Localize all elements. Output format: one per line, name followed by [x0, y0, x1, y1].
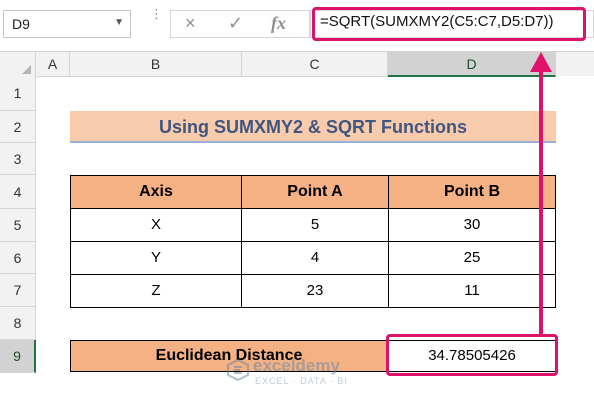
- formula-bar: D9 ▼ ⋮ × ✓ fx =SQRT(SUMXMY2(C5:C7,D5:D7)…: [0, 0, 594, 50]
- table-header-point-a[interactable]: Point A: [241, 175, 389, 209]
- formula-highlight-box: [312, 7, 586, 41]
- watermark: exceldemy EXCEL · DATA · BI: [225, 356, 385, 396]
- table-cell-point-a[interactable]: 5: [241, 208, 389, 242]
- table-header-point-b[interactable]: Point B: [388, 175, 556, 209]
- table-cell-axis[interactable]: X: [70, 208, 242, 242]
- insert-function-icon[interactable]: fx: [271, 13, 286, 34]
- row-header-6[interactable]: 6: [0, 242, 36, 274]
- watermark-tagline: EXCEL · DATA · BI: [255, 376, 348, 386]
- row-header-4[interactable]: 4: [0, 175, 36, 209]
- column-headers: A B C D: [0, 51, 594, 77]
- name-box[interactable]: D9 ▼: [3, 10, 131, 38]
- column-header-a[interactable]: A: [36, 52, 70, 77]
- table-cell-point-b[interactable]: 30: [388, 208, 556, 242]
- exceldemy-logo-icon: [227, 359, 249, 381]
- drag-handle-icon[interactable]: ⋮: [150, 7, 163, 38]
- table-cell-axis[interactable]: Y: [70, 241, 242, 275]
- row-header-1[interactable]: 1: [0, 76, 36, 111]
- annotation-arrow-shaft: [539, 68, 543, 336]
- row-header-5[interactable]: 5: [0, 209, 36, 242]
- table-cell-point-b[interactable]: 11: [388, 274, 556, 308]
- watermark-brand: exceldemy: [253, 356, 340, 375]
- row-header-7[interactable]: 7: [0, 274, 36, 307]
- annotation-arrow-head-icon: [530, 52, 552, 72]
- result-highlight-box: [386, 334, 558, 376]
- row-header-2[interactable]: 2: [0, 111, 36, 143]
- table-cell-point-b[interactable]: 25: [388, 241, 556, 275]
- table-header-axis[interactable]: Axis: [70, 175, 242, 209]
- table-cell-point-a[interactable]: 4: [241, 241, 389, 275]
- table-cell-axis[interactable]: Z: [70, 274, 242, 308]
- enter-icon[interactable]: ✓: [228, 13, 243, 34]
- select-all-icon: [22, 65, 31, 74]
- column-header-b[interactable]: B: [70, 52, 242, 77]
- name-box-dropdown-icon[interactable]: ▼: [114, 17, 124, 28]
- cancel-icon[interactable]: ×: [185, 13, 196, 34]
- formula-controls: × ✓ fx: [170, 10, 310, 38]
- row-header-9[interactable]: 9: [0, 340, 36, 373]
- row-header-8[interactable]: 8: [0, 307, 36, 340]
- column-header-c[interactable]: C: [242, 52, 388, 77]
- select-all-corner[interactable]: [0, 52, 36, 77]
- sheet-title[interactable]: Using SUMXMY2 & SQRT Functions: [70, 111, 556, 143]
- name-box-value: D9: [12, 16, 30, 32]
- table-cell-point-a[interactable]: 23: [241, 274, 389, 308]
- row-header-3[interactable]: 3: [0, 143, 36, 175]
